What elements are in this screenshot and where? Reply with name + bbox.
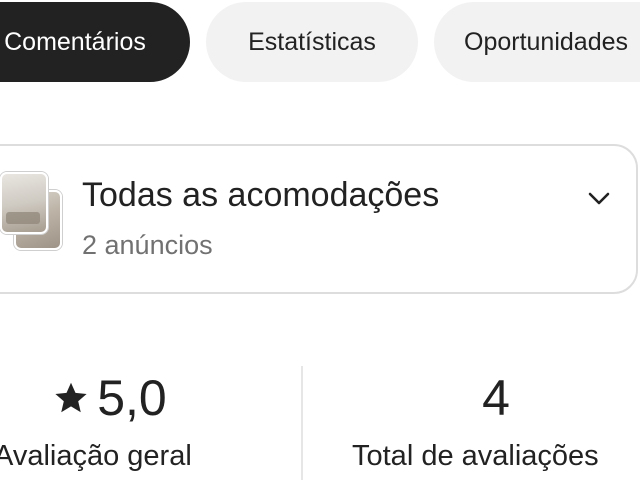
listing-selector-title: Todas as acomodações [82, 176, 440, 214]
overall-rating: 5,0 [0, 368, 220, 428]
listing-thumbnail [0, 172, 48, 234]
tab-label: Estatísticas [248, 27, 376, 56]
listing-count: 2 anúncios [82, 230, 213, 260]
overall-rating-value: 5,0 [97, 370, 167, 426]
listing-selector[interactable]: Todas as acomodações 2 anúncios [0, 144, 638, 294]
tab-oportunidades[interactable]: Oportunidades [434, 2, 640, 82]
listing-thumbnails [0, 172, 64, 250]
tab-estatisticas[interactable]: Estatísticas [206, 2, 418, 82]
tab-label: Oportunidades [464, 27, 629, 56]
reviews-page: Comentários Estatísticas Oportunidades T… [0, 0, 640, 480]
chevron-down-icon[interactable] [582, 184, 616, 214]
tab-bar: Comentários Estatísticas Oportunidades [0, 0, 640, 84]
total-reviews-value: 4 [482, 370, 510, 426]
overall-rating-label: Avaliação geral [0, 440, 192, 472]
tab-label: Comentários [4, 27, 146, 56]
stats-divider [301, 366, 303, 480]
total-reviews: 4 [396, 368, 596, 428]
tab-comentarios[interactable]: Comentários [0, 2, 190, 82]
review-stats: 5,0 Avaliação geral 4 Total de avaliaçõe… [0, 362, 640, 480]
total-reviews-label: Total de avaliações [352, 440, 599, 472]
star-icon [55, 382, 87, 413]
